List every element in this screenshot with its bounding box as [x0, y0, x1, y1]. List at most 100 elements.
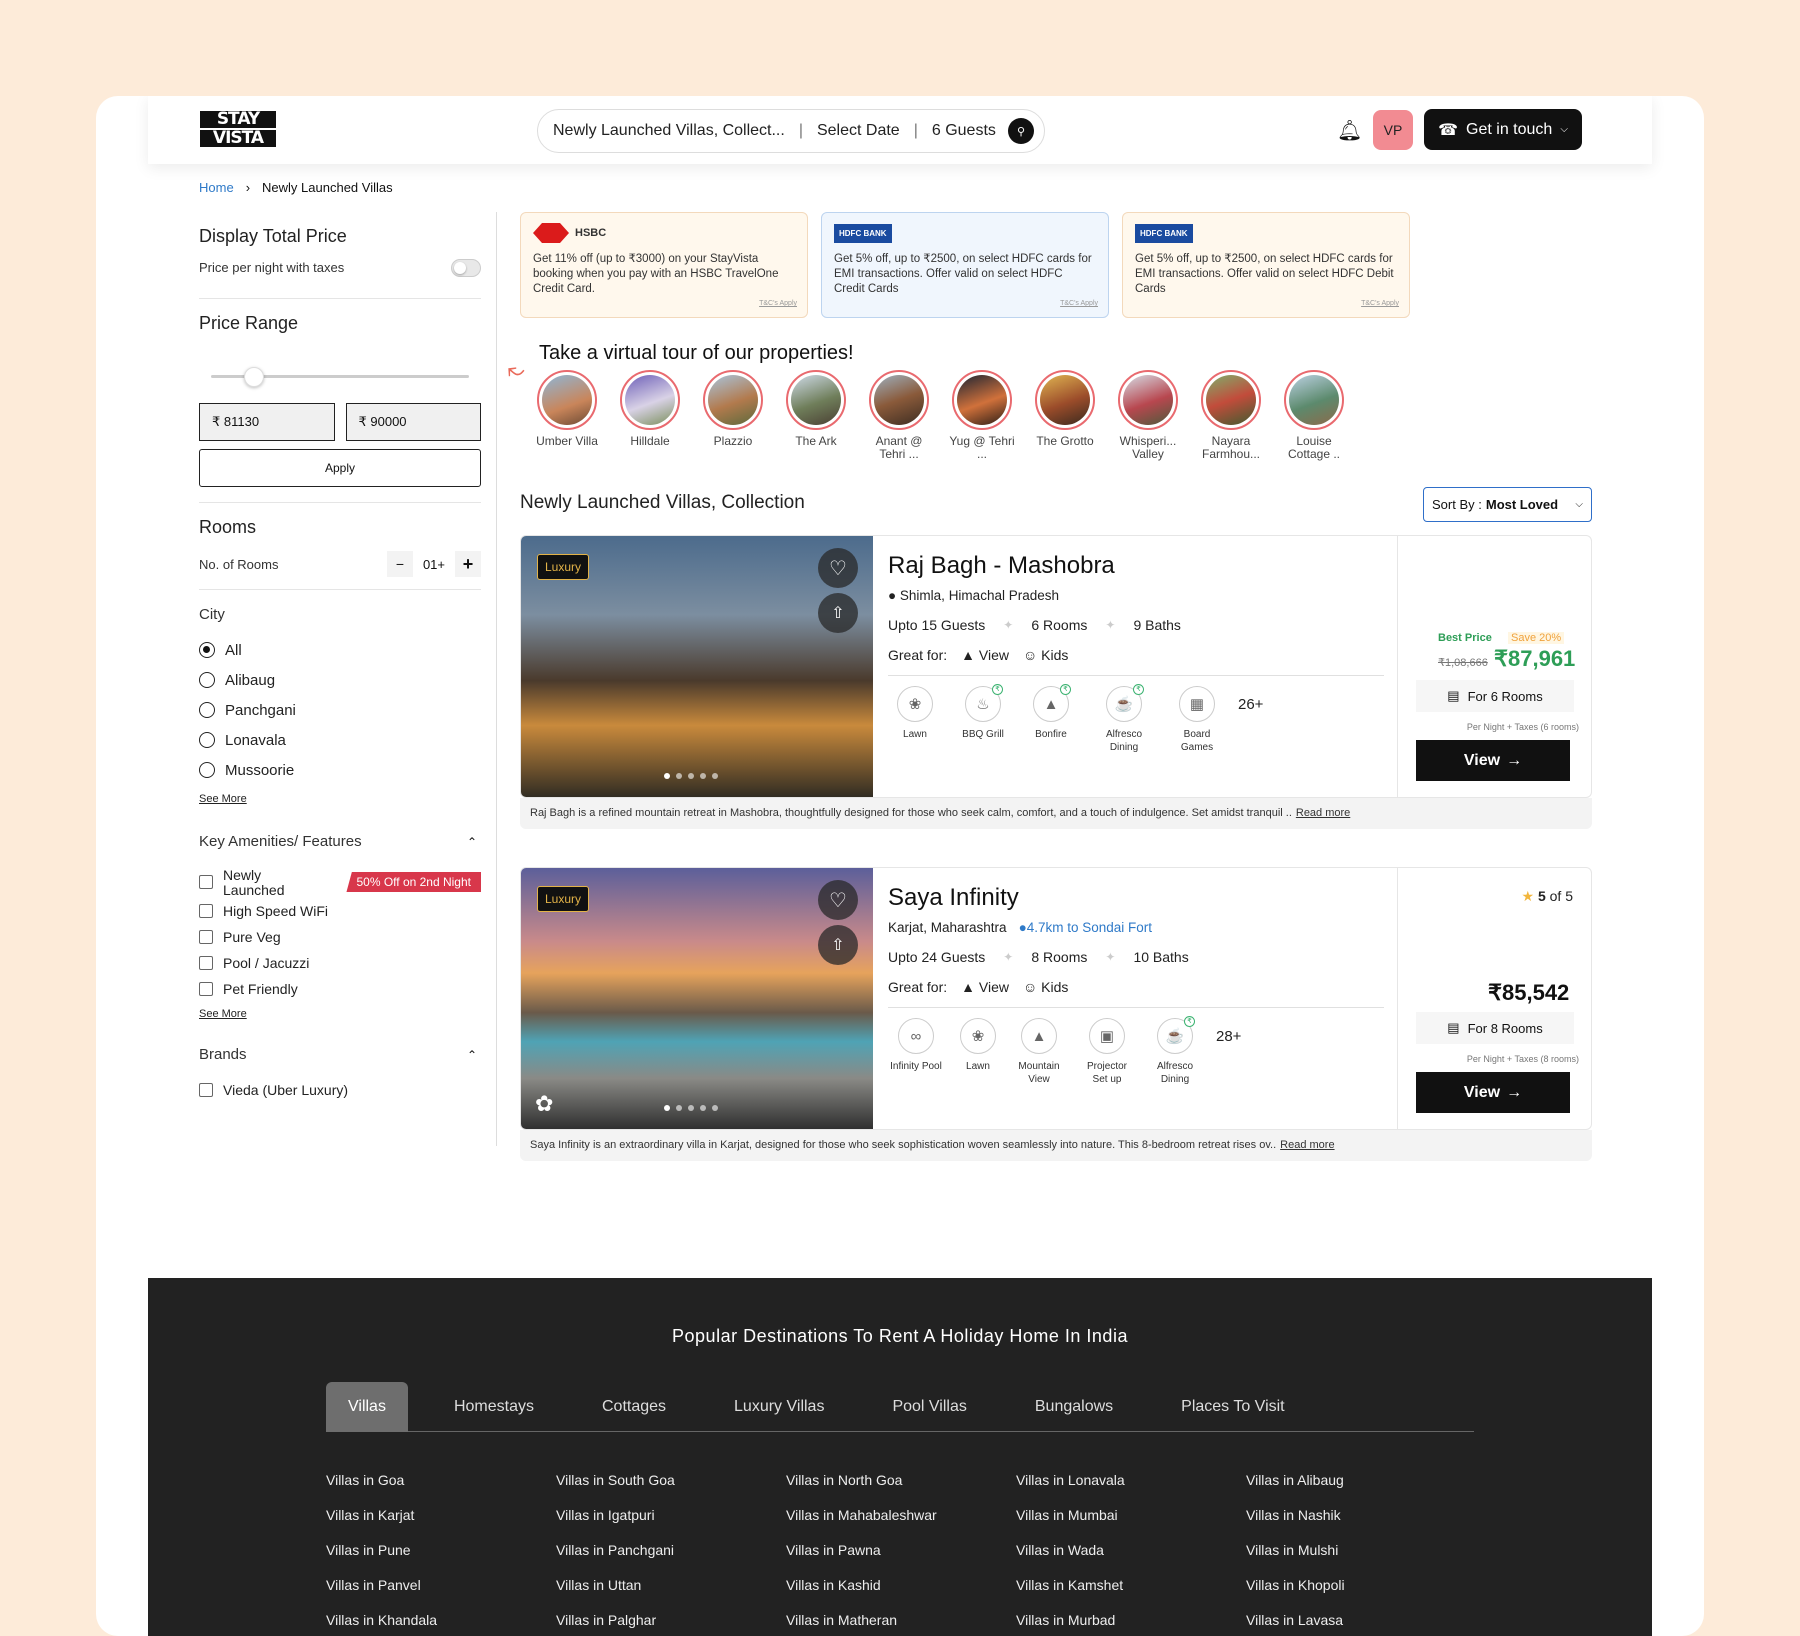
villa-image[interactable]: Luxury ♡ ⇧ ✿ [521, 868, 873, 1129]
tab-villas[interactable]: Villas [326, 1381, 408, 1432]
destination-link[interactable]: Villas in Panvel [326, 1577, 556, 1593]
destination-link[interactable]: Villas in Palghar [556, 1612, 786, 1628]
destination-link[interactable]: Villas in Kashid [786, 1577, 1016, 1593]
destination-link[interactable]: Villas in South Goa [556, 1472, 786, 1488]
destination-link[interactable]: Villas in Mahabaleshwar [786, 1507, 1016, 1523]
terms-link[interactable]: T&C's Apply [1361, 296, 1399, 311]
terms-link[interactable]: T&C's Apply [759, 296, 797, 311]
bell-icon[interactable]: 🔔︎ [1337, 118, 1362, 143]
city-option-mussoorie[interactable]: Mussoorie [199, 755, 481, 785]
terms-link[interactable]: T&C's Apply [1060, 296, 1098, 311]
villa-image[interactable]: Luxury ♡ ⇧ [521, 536, 873, 797]
amenity-newly-launched[interactable]: Newly Launched 50% Off on 2nd Night [199, 868, 481, 898]
tour-item-nayara-farmhouse[interactable]: Nayara Farmhou... [1195, 370, 1267, 461]
villa-card[interactable]: Luxury ♡ ⇧ Raj Bagh - Mashobra ● Shimla,… [520, 535, 1592, 798]
offer-card-hsbc[interactable]: HSBC Get 11% off (up to ₹3000) on your S… [520, 212, 808, 318]
tab-pool-villas[interactable]: Pool Villas [870, 1382, 988, 1432]
villa-name[interactable]: Raj Bagh - Mashobra [888, 552, 1384, 580]
destination-link[interactable]: Villas in Mulshi [1246, 1542, 1476, 1558]
get-in-touch-button[interactable]: ☎ Get in touch ⌵ [1424, 109, 1582, 150]
offer-card-hdfc-debit[interactable]: HDFC BANK Get 5% off, up to ₹2500, on se… [1122, 212, 1410, 318]
tab-luxury-villas[interactable]: Luxury Villas [712, 1382, 846, 1432]
tab-cottages[interactable]: Cottages [580, 1382, 688, 1432]
destination-link[interactable]: Villas in Lavasa [1246, 1612, 1476, 1628]
destination-link[interactable]: Villas in Igatpuri [556, 1507, 786, 1523]
share-icon[interactable]: ⇧ [818, 925, 858, 965]
destination-link[interactable]: Villas in Khandala [326, 1612, 556, 1628]
view-button[interactable]: View → [1416, 1072, 1570, 1113]
sort-dropdown[interactable]: Sort By : Most Loved ⌵ [1423, 487, 1592, 522]
amenity-wifi[interactable]: High Speed WiFi [199, 898, 481, 924]
price-range-slider[interactable] [199, 366, 481, 387]
tour-item-anant-tehri[interactable]: Anant @ Tehri ... [863, 370, 935, 461]
more-amenities[interactable]: 26+ [1238, 696, 1263, 713]
read-more-link[interactable]: Read more [1280, 1139, 1334, 1151]
city-option-alibaug[interactable]: Alibaug [199, 665, 481, 695]
tab-homestays[interactable]: Homestays [432, 1382, 556, 1432]
heart-icon[interactable]: ♡ [818, 548, 858, 588]
amenity-pure-veg[interactable]: Pure Veg [199, 924, 481, 950]
destination-link[interactable]: Villas in Goa [326, 1472, 556, 1488]
amenity-pet-friendly[interactable]: Pet Friendly [199, 976, 481, 1002]
more-amenities[interactable]: 28+ [1216, 1028, 1241, 1045]
image-carousel-dots[interactable] [664, 1105, 718, 1111]
destination-link[interactable]: Villas in Lonavala [1016, 1472, 1246, 1488]
increment-button[interactable]: + [455, 551, 481, 577]
breadcrumb-home[interactable]: Home [199, 180, 234, 195]
read-more-link[interactable]: Read more [1296, 807, 1350, 819]
destination-link[interactable]: Villas in Pawna [786, 1542, 1016, 1558]
total-price-toggle[interactable] [451, 259, 481, 277]
avatar[interactable]: VP [1373, 110, 1413, 150]
offer-card-hdfc-credit[interactable]: HDFC BANK Get 5% off, up to ₹2500, on se… [821, 212, 1109, 318]
tour-item-yug-tehri[interactable]: Yug @ Tehri ... [946, 370, 1018, 461]
destination-link[interactable]: Villas in Panchgani [556, 1542, 786, 1558]
city-option-lonavala[interactable]: Lonavala [199, 725, 481, 755]
stayvista-logo[interactable]: STAY VISTA [200, 111, 276, 149]
decrement-button[interactable]: − [386, 551, 413, 577]
tour-item-hilldale[interactable]: Hilldale [614, 370, 686, 448]
search-location[interactable]: Newly Launched Villas, Collect... [553, 122, 785, 140]
city-option-all[interactable]: All [199, 635, 481, 665]
price-max-field[interactable]: ₹ 90000 [345, 403, 481, 441]
destination-link[interactable]: Villas in Karjat [326, 1507, 556, 1523]
search-bar[interactable]: Newly Launched Villas, Collect... | Sele… [537, 109, 1045, 153]
destination-link[interactable]: Villas in Mumbai [1016, 1507, 1246, 1523]
price-min-field[interactable]: ₹ 81130 [199, 403, 335, 441]
chevron-up-icon[interactable]: ⌃ [467, 1048, 477, 1062]
amenities-see-more-link[interactable]: See More [199, 1008, 481, 1020]
destination-link[interactable]: Villas in Kamshet [1016, 1577, 1246, 1593]
city-option-panchgani[interactable]: Panchgani [199, 695, 481, 725]
heart-icon[interactable]: ♡ [818, 880, 858, 920]
tour-item-louise-cottage[interactable]: Louise Cottage .. [1278, 370, 1350, 461]
chevron-up-icon[interactable]: ⌃ [467, 835, 477, 849]
tour-item-the-grotto[interactable]: The Grotto [1029, 370, 1101, 448]
destination-link[interactable]: Villas in Wada [1016, 1542, 1246, 1558]
share-icon[interactable]: ⇧ [818, 593, 858, 633]
villa-name[interactable]: Saya Infinity [888, 884, 1384, 912]
destination-link[interactable]: Villas in Uttan [556, 1577, 786, 1593]
view-button[interactable]: View → [1416, 740, 1570, 781]
tab-places-to-visit[interactable]: Places To Visit [1159, 1382, 1306, 1432]
destination-link[interactable]: Villas in Matheran [786, 1612, 1016, 1628]
tour-item-umber-villa[interactable]: Umber Villa [531, 370, 603, 448]
destination-link[interactable]: Villas in Pune [326, 1542, 556, 1558]
amenity-pool[interactable]: Pool / Jacuzzi [199, 950, 481, 976]
tour-item-the-ark[interactable]: The Ark [780, 370, 852, 448]
search-icon[interactable]: ⚲ [1008, 118, 1034, 144]
image-carousel-dots[interactable] [664, 773, 718, 779]
destination-link[interactable]: Villas in North Goa [786, 1472, 1016, 1488]
destination-link[interactable]: Villas in Nashik [1246, 1507, 1476, 1523]
destination-link[interactable]: Villas in Khopoli [1246, 1577, 1476, 1593]
tour-item-plazzio[interactable]: Plazzio [697, 370, 769, 448]
tab-bungalows[interactable]: Bungalows [1013, 1382, 1135, 1432]
apply-button[interactable]: Apply [199, 449, 481, 487]
search-date[interactable]: Select Date [817, 122, 900, 140]
tour-item-whispering-valley[interactable]: Whisperi... Valley [1112, 370, 1184, 461]
brand-vieda[interactable]: Vieda (Uber Luxury) [199, 1077, 481, 1103]
villa-card[interactable]: Luxury ♡ ⇧ ✿ Saya Infinity Karjat, Mahar… [520, 867, 1592, 1130]
destination-link[interactable]: Villas in Alibaug [1246, 1472, 1476, 1488]
city-see-more-link[interactable]: See More [199, 793, 481, 805]
slider-handle[interactable] [244, 367, 264, 387]
destination-link[interactable]: Villas in Murbad [1016, 1612, 1246, 1628]
search-guests[interactable]: 6 Guests [932, 122, 996, 140]
